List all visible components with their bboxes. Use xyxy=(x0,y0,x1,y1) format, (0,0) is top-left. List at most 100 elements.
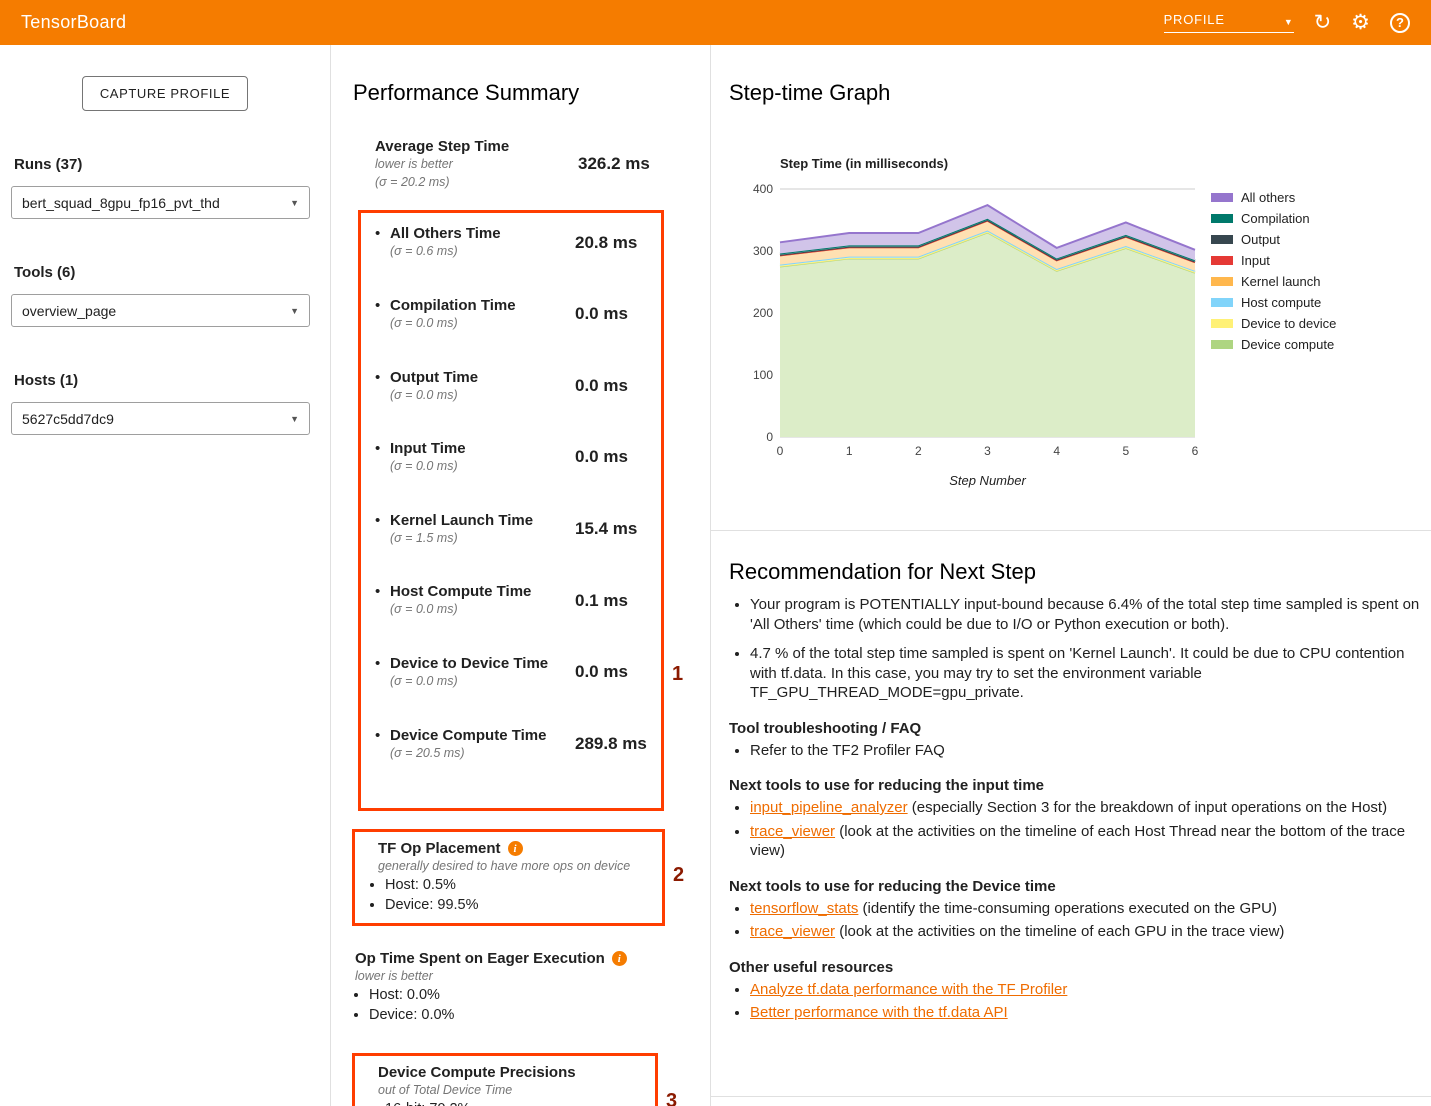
legend-item: Output xyxy=(1211,232,1336,247)
list-item: trace_viewer (look at the activities on … xyxy=(750,922,1421,942)
legend-swatch xyxy=(1211,235,1233,244)
metric-sigma: (σ = 20.5 ms) xyxy=(390,746,575,762)
info-icon[interactable] xyxy=(508,841,523,856)
metric-label: Device to Device Time xyxy=(390,655,575,672)
list-item: Better performance with the tf.data API xyxy=(750,1003,1421,1023)
average-step-time-sigma: (σ = 20.2 ms) xyxy=(375,175,578,191)
list-item-text: (look at the activities on the timeline … xyxy=(835,923,1284,940)
help-icon[interactable] xyxy=(1390,13,1410,33)
legend-item: Compilation xyxy=(1211,211,1336,226)
tf-op-placement-title: TF Op Placement xyxy=(378,840,501,857)
metric-sigma: (σ = 0.0 ms) xyxy=(390,674,575,690)
device-compute-precisions-box: Device Compute Precisions out of Total D… xyxy=(352,1053,658,1106)
annotation-1: 1 xyxy=(672,663,683,686)
svg-text:100: 100 xyxy=(753,368,773,382)
right-panel: Step-time Graph Step Time (in millisecon… xyxy=(711,45,1431,1106)
annotation-2: 2 xyxy=(673,864,684,887)
average-step-time-note: lower is better xyxy=(375,157,578,173)
legend-label: Kernel launch xyxy=(1241,274,1321,289)
legend-item: Input xyxy=(1211,253,1336,268)
metric-sigma: (σ = 0.0 ms) xyxy=(390,316,575,332)
list-item: tensorflow_stats (identify the time-cons… xyxy=(750,899,1421,919)
other-resources-subsection: Other useful resources Analyze tf.data p… xyxy=(729,959,1421,1023)
recommendation-bullet-text: Your program is POTENTIALLY input-bound … xyxy=(750,596,1419,633)
trace-viewer-link[interactable]: trace_viewer xyxy=(750,923,835,940)
list-item-text: Refer to the TF2 Profiler FAQ xyxy=(750,742,945,759)
average-step-time-label: Average Step Time xyxy=(375,138,578,155)
subsection-heading: Other useful resources xyxy=(729,959,1421,976)
eager-execution-subtitle: lower is better xyxy=(355,969,710,983)
metric-value: 0.0 ms xyxy=(575,447,628,467)
metric-row: All Others Time (σ = 0.6 ms) 20.8 ms xyxy=(361,225,661,260)
list-item: input_pipeline_analyzer (especially Sect… xyxy=(750,798,1421,818)
performance-summary-title: Performance Summary xyxy=(353,80,710,106)
svg-text:200: 200 xyxy=(753,306,773,320)
legend-swatch xyxy=(1211,277,1233,286)
svg-text:1: 1 xyxy=(846,444,853,458)
hosts-select[interactable]: 5627c5dd7dc9 ▼ xyxy=(11,402,310,435)
metric-row: Output Time (σ = 0.0 ms) 0.0 ms xyxy=(361,369,661,404)
legend-label: All others xyxy=(1241,190,1295,205)
legend-label: Output xyxy=(1241,232,1280,247)
metric-label: Output Time xyxy=(390,369,575,386)
capture-profile-button[interactable]: CAPTURE PROFILE xyxy=(82,76,248,111)
legend-swatch xyxy=(1211,193,1233,202)
chevron-down-icon: ▼ xyxy=(290,306,299,316)
main-content: CAPTURE PROFILE Runs (37) bert_squad_8gp… xyxy=(0,45,1431,1106)
metric-value: 289.8 ms xyxy=(575,734,647,754)
eager-host: Host: 0.0% xyxy=(369,987,710,1003)
runs-select[interactable]: bert_squad_8gpu_fp16_pvt_thd ▼ xyxy=(11,186,310,219)
metric-label: Compilation Time xyxy=(390,297,575,314)
chevron-down-icon: ▼ xyxy=(290,198,299,208)
hosts-label: Hosts (1) xyxy=(14,372,330,389)
refresh-icon[interactable]: ↻ xyxy=(1314,12,1332,33)
tf-op-placement-device: Device: 99.5% xyxy=(385,897,650,913)
svg-text:0: 0 xyxy=(777,444,784,458)
list-item-text: (identify the time-consuming operations … xyxy=(858,900,1277,917)
legend-swatch xyxy=(1211,340,1233,349)
tfdata-performance-link[interactable]: Analyze tf.data performance with the TF … xyxy=(750,981,1067,998)
recommendation-bullet: Your program is POTENTIALLY input-bound … xyxy=(750,595,1421,634)
dashboard-select[interactable]: PROFILE ▼ xyxy=(1164,12,1294,33)
legend-label: Compilation xyxy=(1241,211,1310,226)
tensorflow-stats-link[interactable]: tensorflow_stats xyxy=(750,900,858,917)
recommendation-section: Recommendation for Next Step Your progra… xyxy=(729,559,1421,1023)
subsection-heading: Tool troubleshooting / FAQ xyxy=(729,720,1421,737)
header-actions: PROFILE ▼ ↻ ⚙ xyxy=(1164,12,1410,33)
metric-value: 0.0 ms xyxy=(575,304,628,324)
list-item: Analyze tf.data performance with the TF … xyxy=(750,980,1421,1000)
tools-select[interactable]: overview_page ▼ xyxy=(11,294,310,327)
chart-title: Step Time (in milliseconds) xyxy=(780,156,1386,171)
svg-text:6: 6 xyxy=(1192,444,1199,458)
tfdata-api-link[interactable]: Better performance with the tf.data API xyxy=(750,1004,1008,1021)
legend-swatch xyxy=(1211,256,1233,265)
average-step-time-value: 326.2 ms xyxy=(578,154,650,174)
info-icon[interactable] xyxy=(612,951,627,966)
dashboard-select-value: PROFILE xyxy=(1164,12,1225,27)
precision-16bit: 16-bit: 70.2% xyxy=(385,1101,643,1106)
svg-text:3: 3 xyxy=(984,444,991,458)
trace-viewer-link[interactable]: trace_viewer xyxy=(750,823,835,840)
subsection-heading: Next tools to use for reducing the Devic… xyxy=(729,878,1421,895)
recommendation-bullet: 4.7 % of the total step time sampled is … xyxy=(750,644,1421,703)
x-axis-title: Step Number xyxy=(780,473,1195,488)
gear-icon[interactable]: ⚙ xyxy=(1351,12,1370,33)
tools-select-value: overview_page xyxy=(22,303,116,319)
input-pipeline-analyzer-link[interactable]: input_pipeline_analyzer xyxy=(750,799,908,816)
tools-label: Tools (6) xyxy=(14,264,330,281)
runs-label: Runs (37) xyxy=(14,156,330,173)
legend-item: Kernel launch xyxy=(1211,274,1336,289)
legend-swatch xyxy=(1211,298,1233,307)
app-title: TensorBoard xyxy=(21,12,126,33)
hosts-select-value: 5627c5dd7dc9 xyxy=(22,411,114,427)
tf-op-placement-host: Host: 0.5% xyxy=(385,877,650,893)
legend-label: Device compute xyxy=(1241,337,1334,352)
list-item: Refer to the TF2 Profiler FAQ xyxy=(750,741,1421,761)
precisions-title: Device Compute Precisions xyxy=(378,1064,576,1081)
metric-label: Input Time xyxy=(390,440,575,457)
recommendation-title: Recommendation for Next Step xyxy=(729,559,1421,585)
metric-label: Kernel Launch Time xyxy=(390,512,575,529)
metric-row: Host Compute Time (σ = 0.0 ms) 0.1 ms xyxy=(361,583,661,618)
legend-item: Device compute xyxy=(1211,337,1336,352)
device-tools-subsection: Next tools to use for reducing the Devic… xyxy=(729,878,1421,942)
